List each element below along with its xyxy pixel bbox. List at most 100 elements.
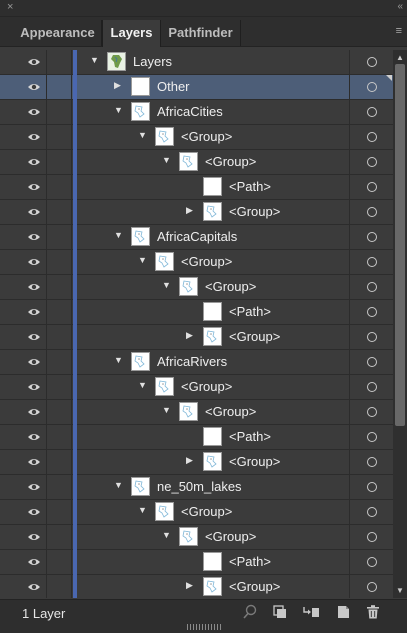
- layer-name-cell[interactable]: ▼ <Group>: [78, 500, 349, 524]
- layer-name-label[interactable]: Layers: [133, 54, 172, 69]
- lock-toggle[interactable]: [47, 125, 72, 149]
- scroll-up-arrow-icon[interactable]: ▲: [396, 53, 404, 62]
- layer-name-cell[interactable]: <Path>: [78, 300, 349, 324]
- target-circle-icon[interactable]: [349, 325, 393, 349]
- layer-name-label[interactable]: AfricaCapitals: [157, 229, 237, 244]
- target-circle-icon[interactable]: [349, 125, 393, 149]
- layer-name-label[interactable]: <Group>: [229, 579, 280, 594]
- collapse-triangle-icon[interactable]: ▼: [90, 55, 99, 65]
- visibility-eye-icon[interactable]: [22, 525, 47, 549]
- collapse-triangle-icon[interactable]: ▼: [138, 255, 147, 265]
- layer-row[interactable]: ▼ AfricaCapitals: [0, 225, 393, 250]
- target-circle-icon[interactable]: [349, 300, 393, 324]
- collapse-triangle-icon[interactable]: ▼: [114, 480, 123, 490]
- layer-name-cell[interactable]: ▼ ne_50m_lakes: [78, 475, 349, 499]
- expand-triangle-icon[interactable]: ▶: [114, 80, 121, 91]
- layer-name-cell[interactable]: ▶ <Group>: [78, 450, 349, 474]
- lock-toggle[interactable]: [47, 200, 72, 224]
- layer-row[interactable]: <Path>: [0, 550, 393, 575]
- visibility-eye-icon[interactable]: [22, 450, 47, 474]
- scrollbar-thumb[interactable]: [395, 64, 405, 426]
- lock-toggle[interactable]: [47, 525, 72, 549]
- layer-name-cell[interactable]: ▼ <Group>: [78, 125, 349, 149]
- layer-row[interactable]: ▼ <Group>: [0, 400, 393, 425]
- layer-name-label[interactable]: <Group>: [229, 204, 280, 219]
- layer-name-cell[interactable]: ▼ <Group>: [78, 275, 349, 299]
- layer-name-cell[interactable]: ▼ <Group>: [78, 525, 349, 549]
- create-new-layer-icon[interactable]: [334, 604, 352, 620]
- lock-toggle[interactable]: [47, 475, 72, 499]
- layer-name-cell[interactable]: ▶ <Group>: [78, 200, 349, 224]
- layer-name-cell[interactable]: ▼ <Group>: [78, 150, 349, 174]
- layer-row[interactable]: ▼ AfricaRivers: [0, 350, 393, 375]
- visibility-eye-icon[interactable]: [22, 150, 47, 174]
- delete-selection-icon[interactable]: [364, 604, 382, 620]
- lock-toggle[interactable]: [47, 50, 72, 74]
- layer-row[interactable]: ▼ <Group>: [0, 275, 393, 300]
- layer-name-cell[interactable]: ▼ <Group>: [78, 250, 349, 274]
- layer-row[interactable]: <Path>: [0, 175, 393, 200]
- lock-toggle[interactable]: [47, 75, 72, 99]
- visibility-eye-icon[interactable]: [22, 275, 47, 299]
- layer-name-label[interactable]: AfricaRivers: [157, 354, 227, 369]
- target-circle-icon[interactable]: [349, 50, 393, 74]
- target-circle-icon[interactable]: [349, 350, 393, 374]
- target-circle-icon[interactable]: [349, 550, 393, 574]
- visibility-eye-icon[interactable]: [22, 575, 47, 598]
- visibility-eye-icon[interactable]: [22, 300, 47, 324]
- make-clipping-mask-icon[interactable]: [271, 604, 289, 620]
- scrollbar[interactable]: ▲ ▼: [393, 50, 407, 598]
- visibility-eye-icon[interactable]: [22, 250, 47, 274]
- layer-row[interactable]: ▶ <Group>: [0, 450, 393, 475]
- scroll-down-arrow-icon[interactable]: ▼: [396, 586, 404, 595]
- layer-name-label[interactable]: AfricaCities: [157, 104, 223, 119]
- target-circle-icon[interactable]: [349, 425, 393, 449]
- target-circle-icon[interactable]: [349, 575, 393, 598]
- layer-name-label[interactable]: <Path>: [229, 554, 271, 569]
- visibility-eye-icon[interactable]: [22, 225, 47, 249]
- target-circle-icon[interactable]: [349, 225, 393, 249]
- target-circle-icon[interactable]: [349, 200, 393, 224]
- tab-pathfinder[interactable]: Pathfinder: [161, 20, 241, 46]
- layers-list[interactable]: ▼ Layers ▶ Other ▼ AfricaCities ▼ <Group> ▼ <Grou…: [0, 50, 393, 598]
- layer-name-label[interactable]: <Group>: [181, 254, 232, 269]
- lock-toggle[interactable]: [47, 250, 72, 274]
- layer-row[interactable]: ▶ Other: [0, 75, 393, 100]
- layer-row[interactable]: ▶ <Group>: [0, 325, 393, 350]
- layer-name-label[interactable]: <Path>: [229, 429, 271, 444]
- create-sublayer-icon[interactable]: [302, 604, 320, 620]
- layer-name-cell[interactable]: ▼ <Group>: [78, 375, 349, 399]
- layer-row[interactable]: <Path>: [0, 300, 393, 325]
- lock-toggle[interactable]: [47, 550, 72, 574]
- layer-name-cell[interactable]: <Path>: [78, 175, 349, 199]
- layer-name-cell[interactable]: ▼ AfricaCapitals: [78, 225, 349, 249]
- layer-name-label[interactable]: <Group>: [205, 529, 256, 544]
- lock-toggle[interactable]: [47, 225, 72, 249]
- lock-toggle[interactable]: [47, 500, 72, 524]
- layer-name-cell[interactable]: ▼ Layers: [78, 50, 349, 74]
- layer-name-cell[interactable]: ▼ AfricaCities: [78, 100, 349, 124]
- layer-row[interactable]: ▼ AfricaCities: [0, 100, 393, 125]
- expand-triangle-icon[interactable]: ▶: [186, 455, 193, 466]
- target-circle-icon[interactable]: [349, 450, 393, 474]
- layer-name-cell[interactable]: ▶ <Group>: [78, 575, 349, 598]
- layer-row[interactable]: ▼ <Group>: [0, 150, 393, 175]
- layer-name-cell[interactable]: ▼ <Group>: [78, 400, 349, 424]
- visibility-eye-icon[interactable]: [22, 350, 47, 374]
- target-circle-icon[interactable]: [349, 400, 393, 424]
- layer-row[interactable]: ▼ ne_50m_lakes: [0, 475, 393, 500]
- layer-row[interactable]: ▼ Layers: [0, 50, 393, 75]
- visibility-eye-icon[interactable]: [22, 500, 47, 524]
- expand-triangle-icon[interactable]: ▶: [186, 330, 193, 341]
- lock-toggle[interactable]: [47, 275, 72, 299]
- lock-toggle[interactable]: [47, 450, 72, 474]
- layer-name-label[interactable]: <Group>: [181, 504, 232, 519]
- layer-row[interactable]: <Path>: [0, 425, 393, 450]
- visibility-eye-icon[interactable]: [22, 550, 47, 574]
- visibility-eye-icon[interactable]: [22, 475, 47, 499]
- resize-grip[interactable]: [187, 624, 221, 630]
- visibility-eye-icon[interactable]: [22, 375, 47, 399]
- visibility-eye-icon[interactable]: [22, 75, 47, 99]
- target-circle-icon[interactable]: [349, 500, 393, 524]
- collapse-triangle-icon[interactable]: ▼: [114, 105, 123, 115]
